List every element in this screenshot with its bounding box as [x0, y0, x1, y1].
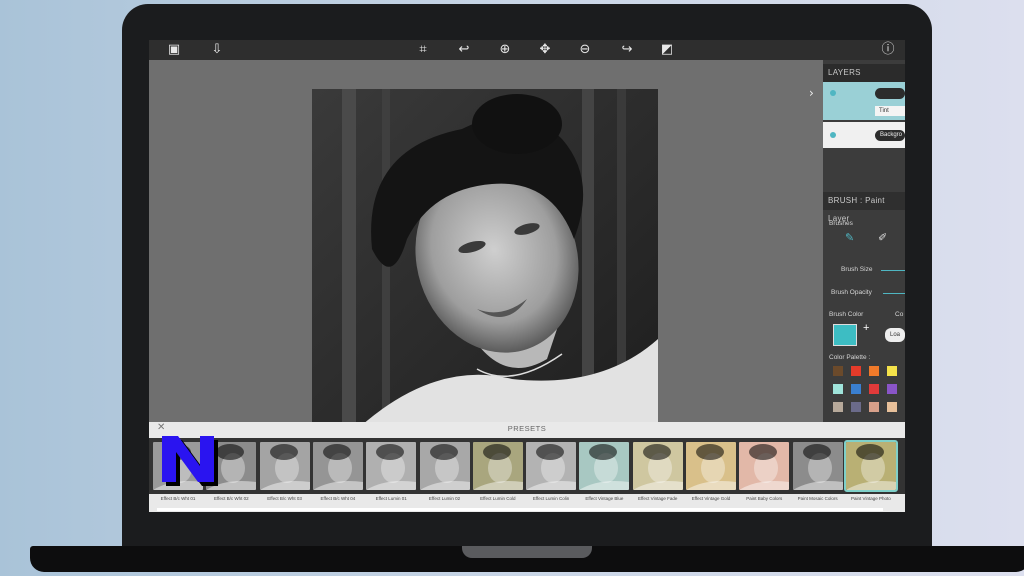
- palette-swatch[interactable]: [833, 366, 843, 376]
- preset-thumbnail[interactable]: [312, 442, 363, 490]
- rotate-icon[interactable]: ↩: [456, 42, 472, 58]
- brush-size-slider[interactable]: [881, 270, 905, 271]
- palette-swatch[interactable]: [833, 402, 843, 412]
- layer-row-background[interactable]: Backgro: [823, 122, 905, 148]
- laptop-notch: [462, 546, 592, 558]
- layer-visibility-icon[interactable]: [830, 90, 836, 96]
- preset-caption: Paint Mosaic Colors: [797, 496, 838, 501]
- palette-swatch[interactable]: [851, 366, 861, 376]
- preset-caption: Effect Lumin 01: [375, 496, 407, 501]
- preset-thumbnail[interactable]: [419, 442, 470, 490]
- image-icon[interactable]: ▣: [166, 42, 182, 58]
- save-icon[interactable]: ⇩: [209, 42, 225, 58]
- preset-caption: Effect B/c Wht 04: [320, 496, 356, 501]
- presets-scrollbar[interactable]: [157, 508, 883, 511]
- preset-thumbnail[interactable]: [792, 442, 843, 490]
- brush-color-label: Brush Color: [829, 311, 864, 318]
- preset-thumbnail-strip: [149, 438, 905, 494]
- preset-thumbnail[interactable]: [366, 442, 417, 490]
- top-toolbar: ▣ ⇩ ⌗ ↩ ⊕ ✥ ⊖ ↪ ◩ ⓘ: [149, 40, 905, 60]
- crop-icon[interactable]: ⌗: [415, 42, 431, 58]
- canvas-area[interactable]: ›: [149, 60, 823, 434]
- adjust-icon[interactable]: ◩: [659, 42, 675, 58]
- chevron-right-icon[interactable]: ›: [809, 86, 814, 100]
- photo-canvas[interactable]: [312, 89, 658, 434]
- preset-caption: Effect Lumin 02: [428, 496, 461, 501]
- palette-swatch[interactable]: [887, 402, 897, 412]
- redo-icon[interactable]: ↪: [619, 42, 635, 58]
- preset-caption: Effect Vintage Gold: [691, 496, 731, 501]
- layer-visibility-icon[interactable]: [830, 132, 836, 138]
- zoom-out-icon[interactable]: ⊖: [577, 42, 593, 58]
- brushes-label: Brushes: [829, 220, 853, 227]
- brush-size-label: Brush Size: [841, 266, 873, 273]
- color-palette-label: Color Palette :: [829, 354, 871, 361]
- layer-name-tint[interactable]: Tint: [875, 106, 905, 116]
- preset-caption: Effect Vintage Fade: [638, 496, 678, 501]
- preset-caption: Effect B/c Wht 01: [160, 496, 196, 501]
- presets-bar: ✕ PRESETS Effect B/c Wht 01 Effect B/c Wh…: [149, 422, 905, 512]
- palette-swatch[interactable]: [833, 384, 843, 394]
- add-color-icon[interactable]: +: [863, 322, 869, 334]
- eraser-tool-icon[interactable]: ✐: [878, 231, 887, 244]
- right-panel: LAYERS Tint Backgro BRUSH : Paint Layer …: [823, 60, 905, 422]
- layer-pill[interactable]: [875, 88, 905, 99]
- zoom-in-icon[interactable]: ⊕: [497, 42, 513, 58]
- preset-thumbnail[interactable]: [472, 442, 523, 490]
- palette-swatch[interactable]: [851, 384, 861, 394]
- palette-swatch[interactable]: [851, 402, 861, 412]
- app-screen: ▣ ⇩ ⌗ ↩ ⊕ ✥ ⊖ ↪ ◩ ⓘ › LAYERS Tint Backgr…: [149, 40, 905, 512]
- palette-swatch[interactable]: [887, 366, 897, 376]
- preset-caption: Effect B/c Wht 03: [267, 496, 302, 501]
- load-button[interactable]: Loa: [885, 328, 905, 342]
- preset-caption: Effect Lumin Cold: [480, 496, 516, 501]
- info-icon[interactable]: ⓘ: [880, 42, 896, 58]
- palette-swatch[interactable]: [869, 402, 879, 412]
- layer-row-tint[interactable]: Tint: [823, 82, 905, 120]
- preset-caption: Effect Vintage Blue: [585, 496, 624, 501]
- preset-thumbnail[interactable]: [526, 442, 577, 490]
- brush-header: BRUSH : Paint Layer: [823, 192, 905, 223]
- presets-title: PRESETS: [507, 424, 547, 433]
- brush-color-label-2: Co: [895, 311, 904, 318]
- preset-caption: Effect Lumin Colin: [532, 496, 570, 501]
- current-color-swatch[interactable]: [833, 324, 857, 346]
- palette-swatch[interactable]: [869, 366, 879, 376]
- brush-opacity-slider[interactable]: [883, 293, 905, 294]
- brush-tool-icon[interactable]: ✎: [845, 231, 854, 244]
- preset-thumbnail[interactable]: [739, 442, 790, 490]
- preset-thumbnail[interactable]: [259, 442, 310, 490]
- move-icon[interactable]: ✥: [537, 42, 553, 58]
- preset-caption: Paint Baby Colors: [746, 496, 783, 501]
- palette-swatch[interactable]: [869, 384, 879, 394]
- layers-header: LAYERS: [823, 64, 905, 82]
- n-logo: [162, 436, 218, 486]
- preset-thumbnail[interactable]: [579, 442, 630, 490]
- preset-thumbnail[interactable]: [843, 440, 898, 492]
- preset-caption: Paint Vintage Photo: [851, 496, 891, 501]
- portrait-image: [312, 89, 658, 434]
- palette-swatch[interactable]: [887, 384, 897, 394]
- layer-name-background[interactable]: Backgro: [875, 130, 905, 141]
- brush-opacity-label: Brush Opacity: [831, 289, 872, 296]
- preset-caption: Effect B/c Wht 02: [213, 496, 249, 501]
- preset-thumbnail[interactable]: [686, 442, 736, 490]
- preset-thumbnail[interactable]: [632, 442, 683, 490]
